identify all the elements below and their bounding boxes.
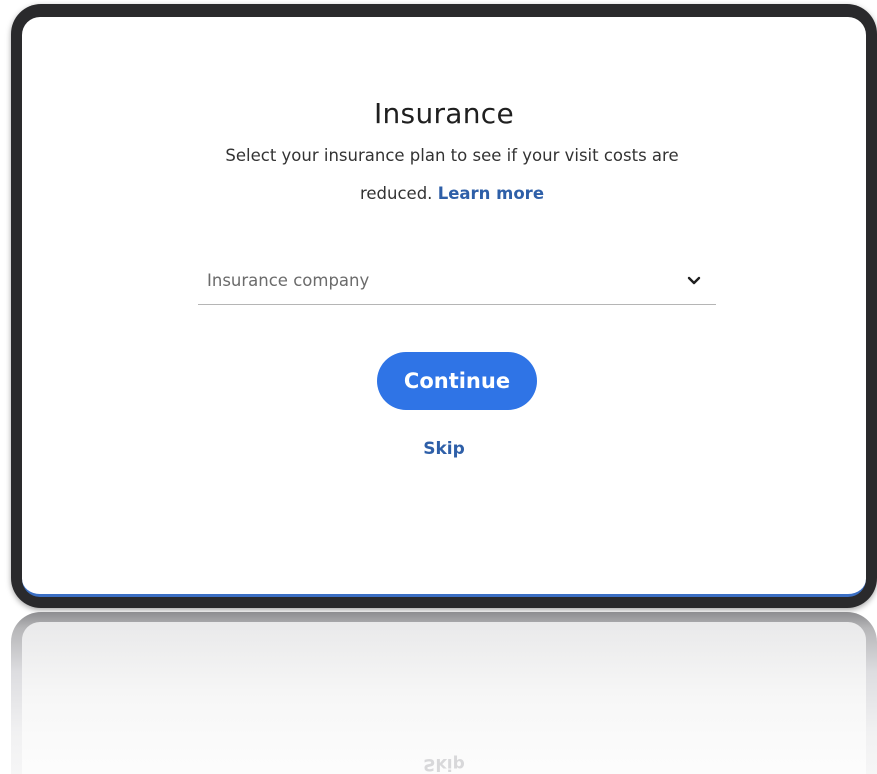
reflection-skip-text: Skip	[423, 754, 465, 774]
learn-more-link[interactable]: Learn more	[438, 184, 544, 203]
reflection-screen: Skip	[22, 622, 866, 774]
chevron-down-icon	[686, 273, 702, 289]
device-screen: Insurance Select your insurance plan to …	[22, 17, 866, 597]
insurance-company-select[interactable]: Insurance company	[198, 257, 716, 305]
insurance-company-placeholder: Insurance company	[207, 271, 370, 290]
device-reflection: Skip	[11, 612, 877, 774]
reflection-frame: Skip	[11, 612, 877, 774]
skip-link[interactable]: Skip	[423, 439, 465, 459]
stage: Insurance Select your insurance plan to …	[0, 0, 877, 774]
skip-row: Skip	[22, 439, 866, 459]
device-frame: Insurance Select your insurance plan to …	[11, 4, 877, 608]
page-title: Insurance	[373, 97, 515, 130]
continue-button[interactable]: Continue	[377, 352, 537, 410]
description: Select your insurance plan to see if you…	[212, 137, 692, 213]
insurance-dialog: Insurance Select your insurance plan to …	[22, 17, 866, 594]
